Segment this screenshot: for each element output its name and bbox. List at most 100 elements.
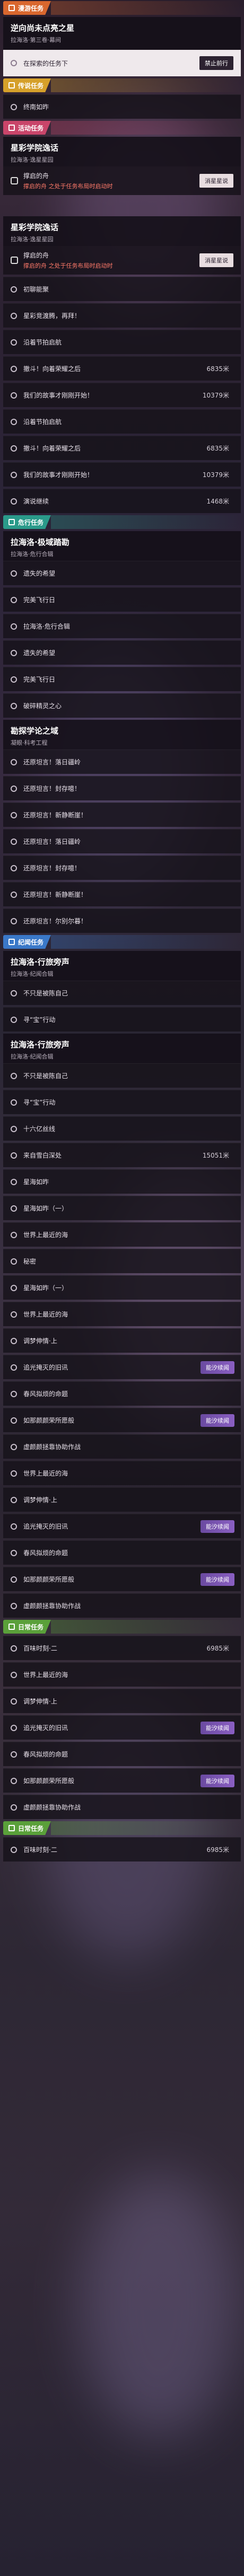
mission-item[interactable]: 追光掩灭的旧讯 能汐续闻	[3, 1514, 241, 1538]
mission-item[interactable]: 世界上最近的海	[3, 1222, 241, 1247]
category-header-daily: 日常任务	[3, 1620, 241, 1634]
mission-item[interactable]: 调梦伸情·上	[3, 1689, 241, 1713]
follow-badge[interactable]: 能汐续闻	[201, 1414, 234, 1427]
mission-item[interactable]: 追光掩灭的旧讯 能汐续闻	[3, 1355, 241, 1379]
mission-item[interactable]: 星海如昨（一）	[3, 1196, 241, 1220]
mission-item[interactable]: 撤斗！向着荣耀之后 6835米	[3, 436, 241, 460]
dismiss-button[interactable]: 消星星说	[199, 253, 233, 267]
mission-title-block[interactable]: 拉海洛·行旅旁声 拉海洛·纪闻合辑	[3, 951, 241, 981]
mission-title: 星彩学院逸话	[11, 143, 59, 153]
radio-icon	[11, 1178, 17, 1185]
mission-item[interactable]: 百味时刻·二 6985米	[3, 1837, 241, 1862]
mission-item-label: 还原坦言！新静断崖！	[23, 811, 88, 819]
category-tag: 活动任务	[3, 121, 51, 135]
mission-item[interactable]: 还原坦言！落日疆岭	[3, 829, 241, 853]
mission-item[interactable]: 来自雪白深处 15051米	[3, 1143, 241, 1167]
follow-badge[interactable]: 能汐续闻	[201, 1520, 234, 1533]
mission-item[interactable]: 完美飞行日	[3, 667, 241, 691]
follow-badge[interactable]: 能汐续闻	[201, 1774, 234, 1787]
radio-icon	[11, 1846, 17, 1853]
mission-item[interactable]: 不只是被陈自己	[3, 1063, 241, 1088]
mission-title-block[interactable]: 拉海洛·极域踏勘 拉海洛·危行合辑	[3, 531, 241, 561]
mission-item[interactable]: 星海如昨（一）	[3, 1275, 241, 1300]
category-tag: 传说任务	[3, 78, 51, 92]
mission-item[interactable]: 遗失的希望	[3, 640, 241, 665]
mission-item[interactable]: 演说继续 1468米	[3, 489, 241, 513]
mission-title-block[interactable]: 星彩学院逸话 拉海洛·逸星星园	[3, 216, 241, 246]
mission-item[interactable]: 秘密	[3, 1249, 241, 1273]
mission-item-label: 春风拟烦的命题	[23, 1751, 68, 1758]
mission-item[interactable]: 世界上最近的海	[3, 1302, 241, 1326]
mission-item[interactable]: 世界上最近的海	[3, 1461, 241, 1485]
mission-item[interactable]: 百味时刻·二 6985米	[3, 1636, 241, 1660]
mission-item[interactable]: 还原坦言！落日疆岭	[3, 749, 241, 774]
mission-item[interactable]: 还原坦言！尔别尔暮！	[3, 908, 241, 933]
radio-icon	[11, 891, 17, 898]
mission-subtitle: 凝眼·科考工程	[11, 739, 48, 746]
mission-subtitle: 拉海洛·纪闻合辑	[11, 971, 54, 977]
follow-badge[interactable]: 能汐续闻	[201, 1573, 234, 1586]
mission-item[interactable]: 破碎精灵之心	[3, 693, 241, 718]
mission-item-label: 百味时刻·二	[23, 1846, 57, 1854]
mission-item[interactable]: 如那颜颜荣所愿般 能汐续闻	[3, 1768, 241, 1793]
mission-item[interactable]: 撤斗！向着荣耀之后 6835米	[3, 356, 241, 381]
mission-item[interactable]: 拉海洛·危行合辑	[3, 614, 241, 638]
mission-item[interactable]: 初聊能聚	[3, 277, 241, 301]
mission-item[interactable]: 虚颜颜拯靠协助作战	[3, 1434, 241, 1459]
mission-title-block[interactable]: 拉海洛·行旅旁声 拉海洛·纪闻合辑	[3, 1034, 241, 1063]
mission-item[interactable]: 十六亿丝线	[3, 1116, 241, 1141]
mission-item[interactable]: 我们的故事才刚刚开始！ 10379米	[3, 462, 241, 487]
follow-badge[interactable]: 能汐续闻	[201, 1721, 234, 1734]
dismiss-button[interactable]: 消星星说	[199, 174, 233, 188]
mission-item-label: 破碎精灵之心	[23, 702, 62, 710]
radio-icon	[11, 1645, 17, 1652]
mission-item[interactable]: 虚颜颜拯靠协助作战	[3, 1795, 241, 1819]
mission-item[interactable]: 沿着节拍启航	[3, 330, 241, 354]
mission-item-label: 追光掩灭的旧讯	[23, 1724, 68, 1732]
mission-item[interactable]: 春风拟烦的命题	[3, 1381, 241, 1406]
mission-item[interactable]: 还原坦言！新静断崖！	[3, 882, 241, 906]
mission-item[interactable]: 春风拟烦的命题	[3, 1742, 241, 1766]
mission-item[interactable]: 寻“宝”行动	[3, 1007, 241, 1031]
mission-item-label: 世界上最近的海	[23, 1311, 68, 1318]
mission-item[interactable]: 终南如昨	[3, 94, 241, 119]
mission-item[interactable]: 还原坦言！新静断崖！	[3, 802, 241, 827]
sub-warning: 撑启的舟 之处于任务布局时启动时	[23, 183, 113, 190]
mission-item[interactable]: 如那颜颜荣所愿般 能汐续闻	[3, 1567, 241, 1591]
mission-item[interactable]: 星彩竞渡腾，再拜！	[3, 303, 241, 328]
mission-item[interactable]: 如那颜颜荣所愿般 能汐续闻	[3, 1408, 241, 1432]
sub-mission[interactable]: 撑启的舟 撑启的舟 之处于任务布局时启动时 消星星说	[3, 166, 241, 195]
category-icon	[8, 1825, 15, 1831]
mission-item[interactable]: 调梦伸情·上	[3, 1328, 241, 1353]
mission-item[interactable]: 遗失的希望	[3, 561, 241, 585]
selected-mission[interactable]: 在探索的任务下 禁止前行	[3, 50, 241, 76]
mission-item[interactable]: 世界上最近的海	[3, 1662, 241, 1687]
follow-badge[interactable]: 能汐续闻	[201, 1361, 234, 1374]
mission-item[interactable]: 还原坦言！封存噫！	[3, 776, 241, 800]
mission-item[interactable]: 我们的故事才刚刚开始！ 10379米	[3, 383, 241, 407]
mission-item[interactable]: 寻“宝”行动	[3, 1090, 241, 1114]
mission-item-label: 终南如昨	[23, 103, 49, 111]
mission-item[interactable]: 完美飞行日	[3, 587, 241, 612]
mission-item[interactable]: 还原坦言！封存噫！	[3, 855, 241, 880]
mission-title: 逆向尚未点亮之星	[11, 23, 75, 33]
radio-icon	[11, 1470, 17, 1477]
mission-item[interactable]: 沿着节拍启航	[3, 409, 241, 434]
mission-title-block[interactable]: 逆向尚未点亮之星 拉海洛·第三卷·幕间	[3, 17, 241, 50]
mission-title-block[interactable]: 星彩学院逸话 拉海洛·逸星星园	[3, 137, 241, 166]
mission-item-label: 调梦伸情·上	[23, 1496, 57, 1504]
mission-item[interactable]: 星海如昨	[3, 1169, 241, 1194]
mission-item[interactable]: 不只是被陈自己	[3, 981, 241, 1005]
mission-item[interactable]: 调梦伸情·上	[3, 1487, 241, 1512]
sub-mission[interactable]: 撑启的舟 撑启的舟 之处于任务布局时启动时 消星星说	[3, 246, 241, 275]
category-label: 危行任务	[18, 518, 44, 526]
mission-title-block[interactable]: 勘探学论之域 凝眼·科考工程	[3, 720, 241, 749]
stop-button[interactable]: 禁止前行	[199, 56, 233, 70]
category-fill	[51, 78, 241, 92]
mission-item[interactable]: 虚颜颜拯靠协助作战	[3, 1593, 241, 1618]
category-icon	[8, 939, 15, 945]
mission-item[interactable]: 追光掩灭的旧讯 能汐续闻	[3, 1715, 241, 1740]
selected-label: 在探索的任务下	[23, 59, 68, 67]
mission-item-label: 世界上最近的海	[23, 1470, 68, 1477]
mission-item[interactable]: 春风拟烦的命题	[3, 1540, 241, 1565]
